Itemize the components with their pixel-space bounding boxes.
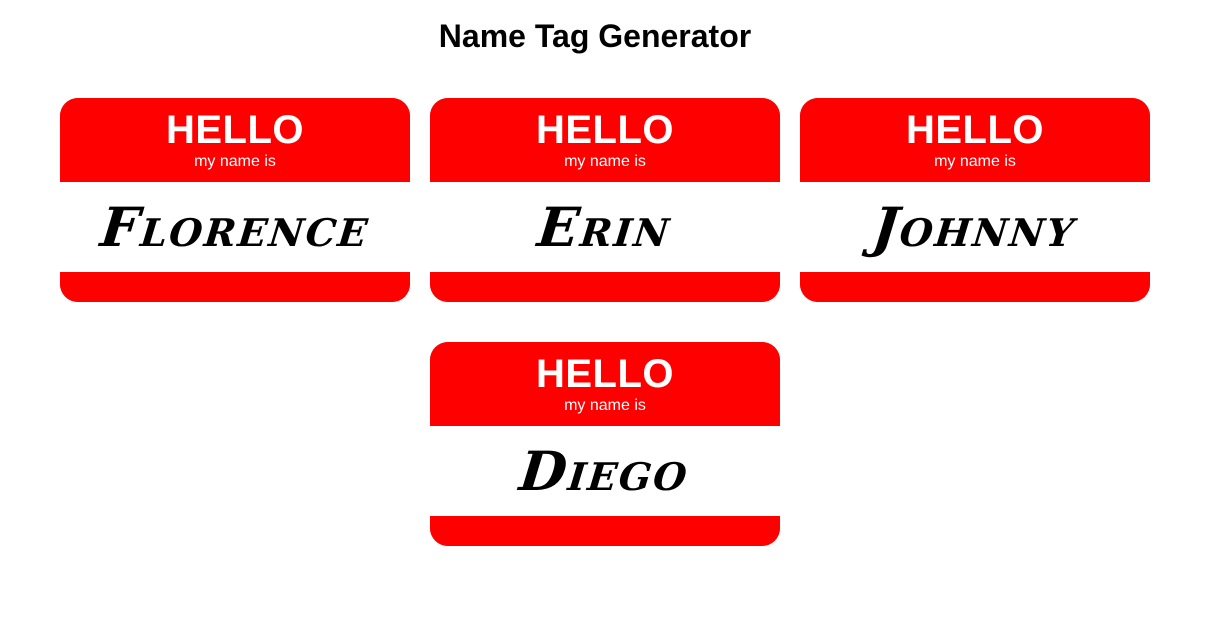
name-tag: HELLO my name is Johnny	[800, 98, 1150, 302]
tag-hello: HELLO	[535, 108, 675, 152]
tag-footer	[430, 516, 780, 546]
tag-body: Erin	[430, 182, 780, 272]
tag-name: Diego	[517, 439, 693, 503]
name-tag: HELLO my name is Erin	[430, 98, 780, 302]
tag-subtitle: my name is	[564, 153, 646, 170]
tag-header: HELLO my name is	[60, 98, 410, 182]
name-tag: HELLO my name is Florence	[60, 98, 410, 302]
tag-body: Florence	[60, 182, 410, 272]
tag-subtitle: my name is	[194, 153, 276, 170]
tag-hello: HELLO	[535, 352, 675, 396]
tag-subtitle: my name is	[934, 153, 1016, 170]
tag-name: Erin	[535, 195, 675, 259]
tag-subtitle: my name is	[564, 397, 646, 414]
tag-footer	[60, 272, 410, 302]
tag-header: HELLO my name is	[430, 342, 780, 426]
tag-header: HELLO my name is	[430, 98, 780, 182]
name-tag-list: HELLO my name is Florence HELLO my name …	[50, 98, 1160, 546]
tag-body: Johnny	[800, 182, 1150, 272]
tag-body: Diego	[430, 426, 780, 516]
tag-header: HELLO my name is	[800, 98, 1150, 182]
tag-name: Florence	[97, 195, 373, 259]
tag-hello: HELLO	[165, 108, 305, 152]
page-title: Name Tag Generator	[438, 18, 752, 54]
tag-hello: HELLO	[905, 108, 1045, 152]
tag-name: Johnny	[870, 195, 1080, 259]
tag-footer	[430, 272, 780, 302]
tag-footer	[800, 272, 1150, 302]
name-tag: HELLO my name is Diego	[430, 342, 780, 546]
